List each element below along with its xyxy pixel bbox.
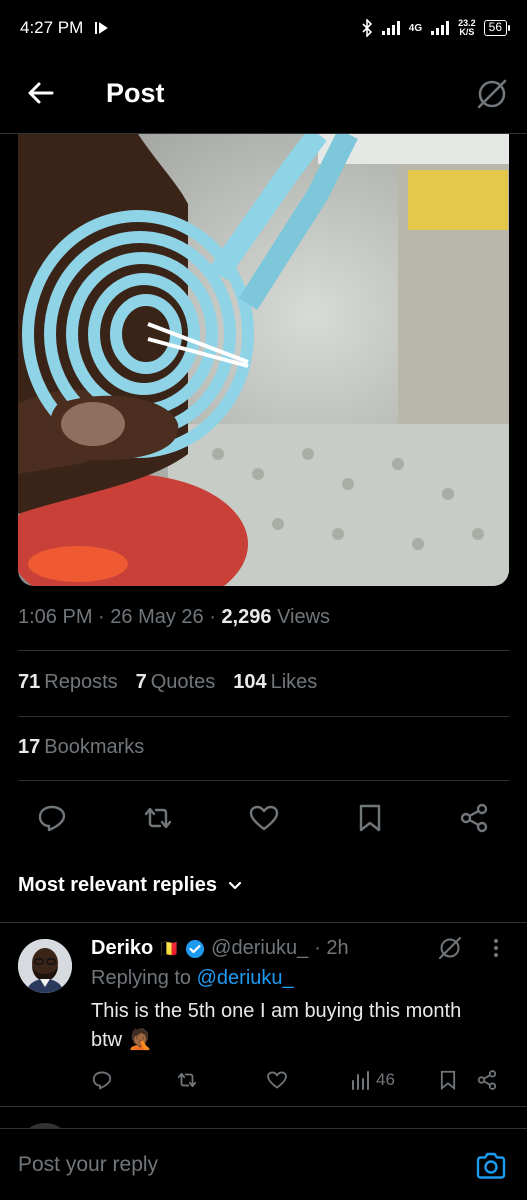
back-button[interactable] <box>26 78 56 108</box>
bookmark-icon <box>359 804 381 832</box>
avatar[interactable] <box>18 939 72 993</box>
reply-views-count: 46 <box>376 1070 395 1089</box>
signal-icon <box>381 21 400 35</box>
post-date: 26 May 26 <box>110 606 204 628</box>
post-image[interactable] <box>18 134 509 586</box>
reply-reply-button[interactable] <box>91 1067 113 1093</box>
reply-more-button[interactable] <box>486 935 506 961</box>
cable-photo <box>18 134 509 586</box>
reply-grok-button[interactable] <box>437 935 463 961</box>
status-bar: 4:27 PM 4G 23.2 K/S 56 <box>0 0 527 56</box>
like-button[interactable] <box>248 802 280 834</box>
more-vertical-icon <box>494 939 498 957</box>
verified-badge-icon <box>186 939 205 958</box>
likes-stat[interactable]: 104 Likes <box>233 671 317 694</box>
views-count: 2,296 <box>221 606 272 628</box>
reply-header: Deriko 🇧🇪 @deriuku_ · 2h <box>91 937 349 960</box>
reply-age: · 2h <box>314 937 349 959</box>
avatar-image <box>18 939 72 993</box>
reply-views-button[interactable]: 46 <box>350 1067 395 1093</box>
reply-item[interactable]: Deriko 🇧🇪 @deriuku_ · 2h Replying to @de… <box>0 922 527 1106</box>
bookmark-icon <box>440 1070 456 1091</box>
reply-icon <box>38 805 66 832</box>
bookmark-button[interactable] <box>354 802 386 834</box>
reply-button[interactable] <box>36 802 68 834</box>
speed-unit: K/S <box>459 27 475 37</box>
grok-icon <box>439 937 461 959</box>
reply-icon <box>92 1071 112 1090</box>
battery-indicator: 56 <box>483 20 511 36</box>
replying-to: Replying to @deriuku_ <box>91 967 294 989</box>
repost-icon <box>144 807 172 829</box>
reply-like-button[interactable] <box>266 1067 288 1093</box>
top-bar: Post <box>0 56 527 134</box>
reply-repost-button[interactable] <box>176 1067 198 1093</box>
analytics-icon <box>352 1071 369 1090</box>
reply-text: This is the 5th one I am buying this mon… <box>91 1000 462 1051</box>
reply-share-button[interactable] <box>476 1067 498 1093</box>
replies-sort-label: Most relevant replies <box>18 874 217 896</box>
quotes-stat[interactable]: 7 Quotes <box>136 671 216 694</box>
camera-icon <box>476 1152 506 1179</box>
repost-button[interactable] <box>142 802 174 834</box>
status-time: 4:27 PM <box>20 18 84 37</box>
divider <box>18 780 509 781</box>
page-title: Post <box>106 78 165 108</box>
engagement-stats: 71 Reposts 7 Quotes 104 Likes <box>18 671 317 694</box>
flag-emoji: 🇧🇪 <box>159 940 180 958</box>
grok-button[interactable] <box>474 76 510 112</box>
replying-to-handle[interactable]: @deriuku_ <box>197 967 294 989</box>
grok-icon <box>477 79 507 109</box>
reply-input[interactable]: Post your reply <box>18 1153 158 1177</box>
heart-icon <box>249 805 279 831</box>
reply-author-name[interactable]: Deriko <box>91 937 153 960</box>
back-arrow-icon <box>28 82 54 104</box>
post-time: 1:06 PM <box>18 606 93 628</box>
views-label: Views <box>277 606 331 628</box>
post-meta: 1:06 PM · 26 May 26 · 2,296 Views <box>18 606 331 628</box>
reply-compose-bar: Post your reply <box>0 1128 527 1200</box>
media-status-icon <box>95 22 109 34</box>
reply-author-handle[interactable]: @deriuku_ <box>211 937 308 960</box>
reply-bookmark-button[interactable] <box>437 1067 459 1093</box>
signal-icon-2 <box>431 21 450 35</box>
reply-action-bar: 46 <box>0 1067 527 1097</box>
share-icon <box>460 803 488 833</box>
chevron-down-icon <box>228 881 242 889</box>
heart-icon <box>267 1071 287 1089</box>
post-action-bar <box>0 796 527 840</box>
share-button[interactable] <box>458 802 490 834</box>
bookmarks-stat[interactable]: 17 Bookmarks <box>18 736 144 759</box>
reposts-stat[interactable]: 71 Reposts <box>18 671 118 694</box>
network-type: 4G <box>408 22 423 34</box>
bluetooth-icon <box>362 19 372 37</box>
repost-icon <box>177 1072 197 1088</box>
share-icon <box>477 1070 497 1090</box>
divider <box>18 650 509 651</box>
divider <box>18 716 509 717</box>
camera-button[interactable] <box>474 1149 508 1183</box>
replies-sort-dropdown[interactable]: Most relevant replies <box>18 874 243 897</box>
